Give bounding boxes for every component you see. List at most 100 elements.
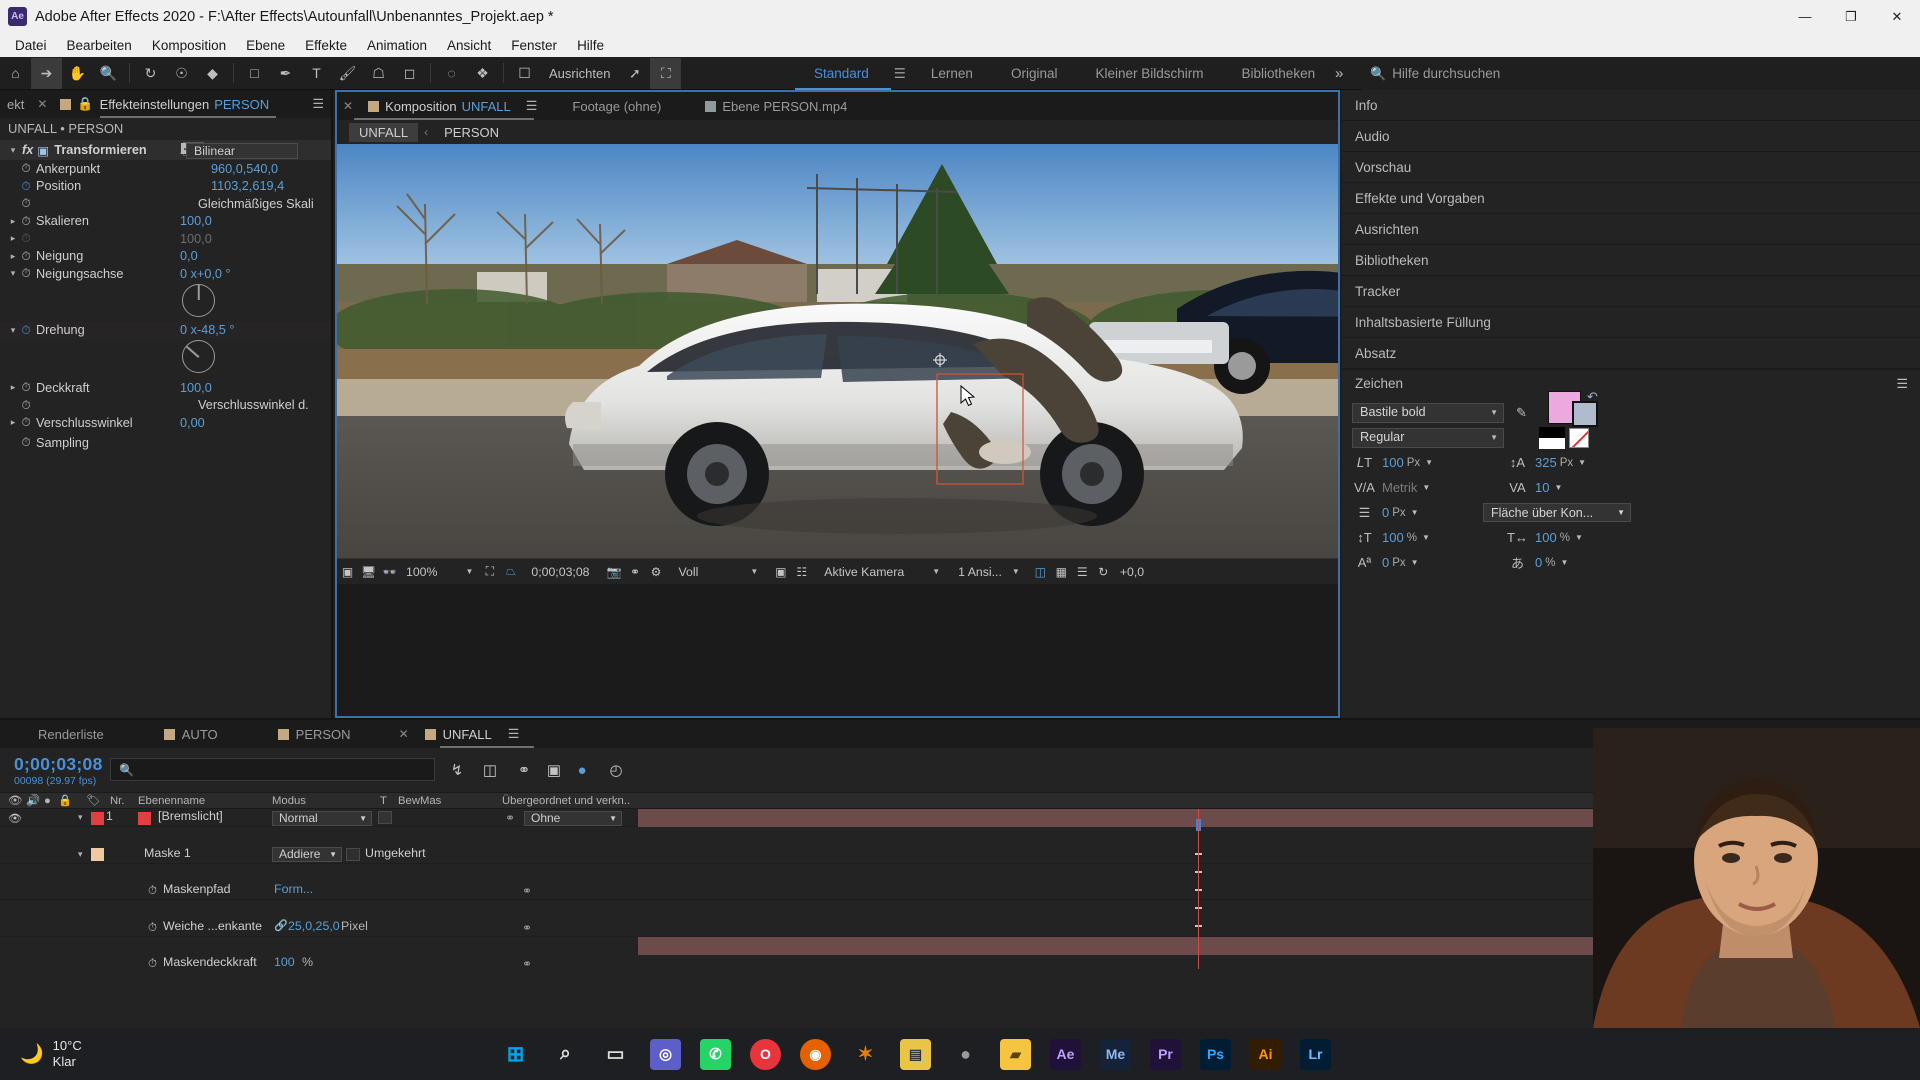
brush-icon[interactable]: 🖌 xyxy=(332,58,363,89)
parent-dropdown[interactable]: Ohne ▼ xyxy=(524,810,622,826)
neigungsachse-dial[interactable] xyxy=(182,283,215,317)
frame-blend-icon[interactable]: ▣ xyxy=(542,758,566,782)
solo-icon[interactable]: ● xyxy=(44,795,51,807)
disclosure-triangle-icon[interactable]: ▾ xyxy=(8,325,18,336)
minimize-button[interactable]: — xyxy=(1782,0,1828,33)
teams-icon[interactable]: ◎ xyxy=(650,1038,681,1070)
notes-icon[interactable]: ▤ xyxy=(900,1038,931,1070)
stopwatch-icon[interactable]: ⏱ xyxy=(18,196,34,211)
roto-brush-icon[interactable]: ◌ xyxy=(436,58,467,89)
tab-unfall[interactable]: UNFALL xyxy=(415,720,502,748)
3d-renderer-icon[interactable]: ◫ xyxy=(478,758,502,782)
close-tab-icon[interactable]: ✕ xyxy=(37,97,47,111)
workspace-bibliotheken[interactable]: Bibliotheken xyxy=(1223,57,1335,90)
snapshot-camera-icon[interactable]: 📷 xyxy=(604,562,625,581)
panel-menu-icon[interactable]: ☰ xyxy=(312,96,324,112)
horizontal-scale-field[interactable]: 100 % ▼ xyxy=(1535,530,1653,545)
composition-viewer[interactable]: ▣ 🖥 👓 100% ▼ ⛶ ⏢ 0;00;03;08 📷 ⚭ ⚙ Voll ▼… xyxy=(337,144,1338,584)
effect-toggle-icon[interactable]: ▣ xyxy=(37,143,49,158)
disc-icon[interactable]: ● xyxy=(950,1039,981,1070)
tab-komposition[interactable]: Komposition UNFALL xyxy=(359,92,520,120)
viewer-offset[interactable]: +0,0 xyxy=(1114,559,1150,585)
property-value[interactable]: 0 x-48,5 ° xyxy=(180,323,234,337)
chevron-down-icon[interactable]: ▼ xyxy=(1411,558,1419,567)
property-position[interactable]: ⏱ Position ◎ 1103,2,619,4 xyxy=(0,142,331,196)
stopwatch-icon[interactable]: ⏱ xyxy=(18,179,34,194)
hand-icon[interactable]: ✋ xyxy=(62,58,93,89)
disclosure-triangle-icon[interactable]: ▸ xyxy=(8,382,18,393)
stopwatch-icon[interactable]: ⏱ xyxy=(18,323,34,338)
mask-color-chip[interactable] xyxy=(91,848,104,862)
region-of-interest-icon[interactable]: ⛶ xyxy=(479,562,500,581)
property-skalieren[interactable]: ▸ ⏱ Skalieren 100,0 xyxy=(0,213,331,231)
dock-item-bibliotheken[interactable]: Bibliotheken xyxy=(1342,245,1920,276)
character-panel-menu-icon[interactable]: ☰ xyxy=(1896,376,1908,392)
blender-icon[interactable]: ✶ xyxy=(850,1039,881,1070)
disclosure-triangle-icon[interactable]: ▸ xyxy=(8,216,18,227)
motion-graphics-icon[interactable]: ↯ xyxy=(445,758,469,782)
menu-hilfe[interactable]: Hilfe xyxy=(567,36,614,55)
3d-glasses-icon[interactable]: 👓 xyxy=(379,562,400,581)
font-size-field[interactable]: 100 Px ▼ xyxy=(1382,455,1500,470)
vertical-scale-field[interactable]: 100 % ▼ xyxy=(1382,530,1500,545)
windows-start-icon[interactable]: ⊞ xyxy=(500,1039,531,1070)
sub-tab-unfall[interactable]: UNFALL xyxy=(349,122,419,142)
pen-icon[interactable]: ✒ xyxy=(270,58,301,89)
workspace-overflow-icon[interactable]: » xyxy=(1335,57,1343,90)
workspace-standard[interactable]: Standard xyxy=(795,57,888,90)
leading-field[interactable]: 325 Px ▼ xyxy=(1535,455,1653,470)
lightroom-icon[interactable]: Lr xyxy=(1300,1038,1331,1070)
dock-item-absatz[interactable]: Absatz xyxy=(1342,338,1920,369)
chevron-down-icon[interactable]: ▼ xyxy=(1411,508,1419,517)
stopwatch-icon[interactable]: ⏱ xyxy=(18,415,34,430)
property-value[interactable]: 0 x+0,0 ° xyxy=(180,267,231,281)
home-icon[interactable]: ⌂ xyxy=(0,58,31,89)
close-button[interactable]: ✕ xyxy=(1874,0,1920,33)
timeline-search-input[interactable]: 🔍 xyxy=(110,758,435,781)
pan-behind-icon[interactable]: ◆ xyxy=(197,58,228,89)
timeline-panel-menu-icon[interactable]: ☰ xyxy=(508,726,520,742)
premiere-pro-icon[interactable]: Pr xyxy=(1150,1038,1181,1070)
chevron-down-icon[interactable]: ▼ xyxy=(1422,533,1430,542)
property-sampling[interactable]: ⏱ Sampling Bilinear xyxy=(0,143,331,454)
chevron-down-icon[interactable]: ▼ xyxy=(1554,483,1562,492)
property-value[interactable]: 0,00 xyxy=(180,416,205,430)
layer-visibility-icon[interactable]: 👁 xyxy=(8,812,22,825)
dock-item-vorschau[interactable]: Vorschau xyxy=(1342,152,1920,183)
clone-stamp-icon[interactable]: ☖ xyxy=(363,58,394,89)
disclosure-triangle-icon[interactable]: ▾ xyxy=(8,268,18,279)
task-view-icon[interactable]: ▭ xyxy=(600,1039,631,1070)
chevron-down-icon[interactable]: ▼ xyxy=(1425,458,1433,467)
lock-icon[interactable]: 🔒 xyxy=(77,96,93,112)
camera-control[interactable]: Aktive Kamera ▼ xyxy=(818,559,946,585)
stopwatch-icon[interactable]: ⏱ xyxy=(148,958,157,969)
resolution-control[interactable]: Voll ▼ xyxy=(673,559,765,585)
zoom-icon[interactable]: 🔍 xyxy=(93,58,124,89)
drehung-dial[interactable] xyxy=(182,340,215,373)
dock-item-inhaltsbasierte-fuellung[interactable]: Inhaltsbasierte Füllung xyxy=(1342,307,1920,338)
timeline-icon[interactable]: ◫ xyxy=(1030,562,1051,581)
opera-gx-icon[interactable]: O xyxy=(750,1038,781,1070)
help-search-box[interactable]: 🔍 Hilfe durchsuchen xyxy=(1362,57,1920,90)
puppet-pin-icon[interactable]: ❖ xyxy=(467,58,498,89)
mask-name[interactable]: Maske 1 xyxy=(144,846,191,860)
zoom-level-control[interactable]: 100% ▼ xyxy=(400,559,479,585)
stopwatch-icon[interactable]: ⏱ xyxy=(18,435,34,450)
mask-view-icon[interactable]: ▣ xyxy=(770,562,791,581)
stopwatch-icon[interactable]: ⏱ xyxy=(18,161,34,176)
layer-label-color[interactable] xyxy=(91,811,104,825)
align-checkbox[interactable]: ☐ xyxy=(509,58,540,89)
font-family-select[interactable]: Bastile bold ▼ xyxy=(1352,402,1504,423)
tab-effect-controls[interactable]: 🔒 Effekteinstellungen PERSON xyxy=(53,90,276,118)
layer-mode-dropdown[interactable]: Normal ▼ xyxy=(272,810,372,826)
expression-pickwhip-icon[interactable]: ⚭ xyxy=(522,957,532,969)
photoshop-icon[interactable]: Ps xyxy=(1200,1038,1231,1070)
channel-rgb-icon[interactable]: ⚙ xyxy=(646,562,667,581)
dock-item-tracker[interactable]: Tracker xyxy=(1342,276,1920,307)
viewer-timecode[interactable]: 0;00;03;08 xyxy=(521,559,595,585)
stopwatch-icon[interactable]: ⏱ xyxy=(148,922,157,935)
menu-animation[interactable]: Animation xyxy=(357,36,437,55)
firefox-icon[interactable]: ◉ xyxy=(800,1038,831,1070)
stopwatch-icon[interactable]: ⏱ xyxy=(148,885,157,898)
property-value[interactable]: 100,0 xyxy=(180,381,212,395)
